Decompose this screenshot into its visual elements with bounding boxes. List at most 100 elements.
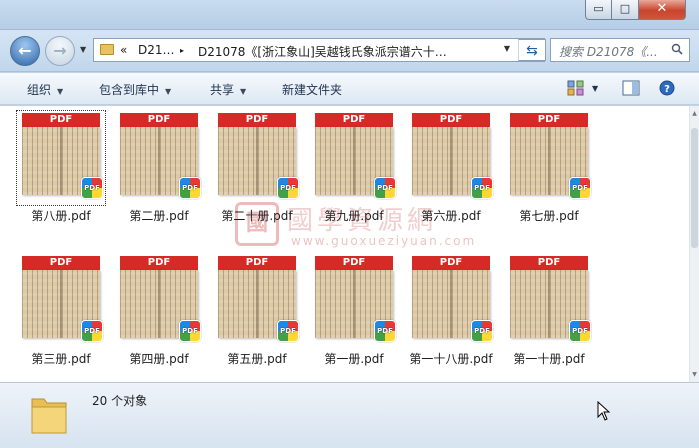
pdf-app-icon: PDF (179, 177, 201, 199)
file-item[interactable]: PDF PDF 第二册.pdf (112, 112, 206, 224)
pdf-app-icon: PDF (569, 320, 591, 342)
pdf-app-icon: PDF (81, 177, 103, 199)
pdf-badge-label: PDF (474, 327, 490, 335)
file-name: 第一册.pdf (324, 352, 384, 366)
refresh-icon: ⇆ (526, 43, 538, 59)
pdf-badge-label: PDF (280, 184, 296, 192)
breadcrumb-parent[interactable]: D21… (138, 43, 175, 57)
pdf-thumbnail: PDF PDF (215, 113, 299, 203)
search-input[interactable]: 搜索 D21078《... (559, 43, 669, 60)
pdf-badge-label: PDF (182, 327, 198, 335)
pdf-badge-label: PDF (84, 327, 100, 335)
file-name: 第二册.pdf (129, 209, 189, 223)
file-name: 第九册.pdf (324, 209, 384, 223)
chevron-down-icon: ▼ (165, 87, 172, 96)
file-item[interactable]: PDF PDF 第一十八册.pdf (404, 255, 498, 367)
view-dropdown[interactable]: ▼ (592, 84, 598, 93)
pdf-app-icon: PDF (374, 177, 396, 199)
file-name: 第七册.pdf (519, 209, 579, 223)
pdf-app-icon: PDF (471, 177, 493, 199)
minimize-button[interactable]: ▭ (585, 0, 612, 20)
pdf-thumbnail: PDF PDF (409, 113, 493, 203)
file-item[interactable]: PDF PDF 第一十册.pdf (502, 255, 596, 367)
pdf-thumbnail: PDF PDF (409, 256, 493, 346)
breadcrumb-separator[interactable]: ▸ (180, 46, 184, 55)
pdf-app-icon: PDF (374, 320, 396, 342)
folder-icon (100, 44, 114, 55)
close-button[interactable]: ✕ (639, 0, 686, 20)
view-options-icon[interactable] (567, 80, 585, 96)
pdf-app-icon: PDF (569, 177, 591, 199)
pdf-badge-label: PDF (377, 327, 393, 335)
pdf-thumbnail: PDF PDF (507, 113, 591, 203)
file-item[interactable]: PDF PDF 第二十册.pdf (210, 112, 304, 224)
help-icon[interactable]: ? (658, 80, 676, 96)
file-item[interactable]: PDF PDF 第五册.pdf (210, 255, 304, 367)
file-item[interactable]: PDF PDF 第八册.pdf (14, 110, 108, 224)
scroll-thumb[interactable] (691, 128, 698, 248)
pdf-badge-label: PDF (377, 184, 393, 192)
preview-pane-icon[interactable] (622, 80, 640, 96)
pdf-badge-label: PDF (572, 327, 588, 335)
navigation-bar: ← → ▼ « D21… ▸ D21078《[浙江象山]吴越钱氏象派宗谱六十… … (0, 30, 699, 72)
forward-button[interactable]: → (45, 36, 75, 66)
scroll-up-arrow[interactable]: ▲ (690, 110, 699, 117)
file-name: 第八册.pdf (31, 209, 91, 223)
file-item[interactable]: PDF PDF 第六册.pdf (404, 112, 498, 224)
include-in-library-menu[interactable]: 包含到库中 ▼ (99, 81, 171, 98)
pdf-thumbnail: PDF PDF (507, 256, 591, 346)
pdf-header-label: PDF (412, 256, 490, 270)
pdf-header-label: PDF (218, 256, 296, 270)
pdf-header-label: PDF (510, 113, 588, 127)
file-list-view[interactable]: 國 國學資源網 www.guoxueziyuan.com PDF PDF 第八册.p… (0, 106, 689, 382)
pdf-header-label: PDF (120, 256, 198, 270)
vertical-scrollbar[interactable]: ▲ ▼ (689, 106, 699, 382)
pdf-badge-label: PDF (572, 184, 588, 192)
scroll-down-arrow[interactable]: ▼ (690, 371, 699, 378)
include-in-library-label: 包含到库中 (99, 83, 160, 97)
recent-pages-dropdown[interactable]: ▼ (80, 45, 86, 54)
pdf-header-label: PDF (510, 256, 588, 270)
refresh-button[interactable]: ⇆ (518, 39, 546, 61)
pdf-badge-label: PDF (182, 184, 198, 192)
file-item[interactable]: PDF PDF 第九册.pdf (307, 112, 401, 224)
item-count: 20 个对象 (92, 394, 148, 408)
new-folder-label: 新建文件夹 (282, 83, 343, 97)
breadcrumb-current[interactable]: D21078《[浙江象山]吴越钱氏象派宗谱六十… (198, 43, 447, 60)
file-item[interactable]: PDF PDF 第七册.pdf (502, 112, 596, 224)
pdf-header-label: PDF (22, 256, 100, 270)
command-toolbar: 组织 ▼ 包含到库中 ▼ 共享 ▼ 新建文件夹 ▼ ? (0, 73, 699, 105)
share-menu[interactable]: 共享 ▼ (210, 81, 246, 98)
address-bar[interactable]: « D21… ▸ D21078《[浙江象山]吴越钱氏象派宗谱六十… ▼ (93, 38, 545, 62)
pdf-header-label: PDF (315, 256, 393, 270)
svg-text:?: ? (664, 84, 670, 95)
file-name: 第一十册.pdf (513, 352, 585, 366)
maximize-button[interactable]: □ (612, 0, 639, 20)
back-button[interactable]: ← (10, 36, 40, 66)
file-item[interactable]: PDF PDF 第四册.pdf (112, 255, 206, 367)
pdf-header-label: PDF (120, 113, 198, 127)
pdf-app-icon: PDF (277, 320, 299, 342)
status-bar: 20 个对象 (0, 382, 699, 448)
arrow-right-icon: → (53, 41, 67, 60)
file-item[interactable]: PDF PDF 第三册.pdf (14, 255, 108, 367)
pdf-thumbnail: PDF PDF (117, 256, 201, 346)
pdf-header-label: PDF (218, 113, 296, 127)
pdf-badge-label: PDF (280, 327, 296, 335)
pdf-thumbnail: PDF PDF (117, 113, 201, 203)
breadcrumb-overflow[interactable]: « (120, 43, 127, 57)
chevron-down-icon: ▼ (57, 87, 64, 96)
title-bar: ▭ □ ✕ (0, 0, 699, 30)
search-icon (671, 43, 683, 55)
file-name: 第二十册.pdf (221, 209, 293, 223)
file-item[interactable]: PDF PDF 第一册.pdf (307, 255, 401, 367)
address-dropdown[interactable]: ▼ (504, 44, 510, 53)
organize-menu[interactable]: 组织 ▼ (27, 81, 63, 98)
pdf-app-icon: PDF (81, 320, 103, 342)
pdf-thumbnail: PDF PDF (16, 110, 106, 206)
new-folder-button[interactable]: 新建文件夹 (282, 81, 342, 98)
file-name: 第三册.pdf (31, 352, 91, 366)
organize-label: 组织 (27, 83, 52, 97)
search-box[interactable]: 搜索 D21078《... (550, 38, 690, 62)
pdf-thumbnail: PDF PDF (19, 256, 103, 346)
